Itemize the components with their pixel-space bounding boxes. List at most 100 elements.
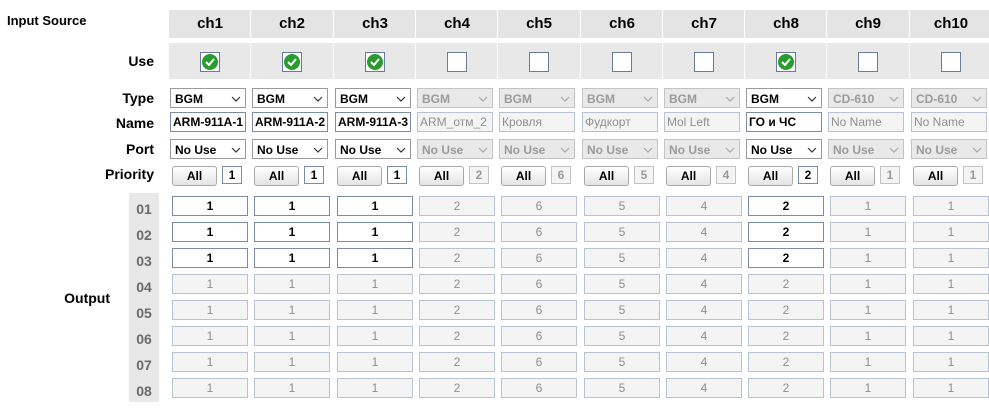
name-input[interactable]: Mol Left <box>664 112 740 132</box>
priority-input[interactable]: 2 <box>469 166 489 184</box>
output-level-input[interactable]: 4 <box>666 222 742 242</box>
output-level-input[interactable]: 1 <box>337 196 413 216</box>
use-checkbox[interactable] <box>365 52 385 72</box>
output-level-input[interactable]: 1 <box>254 378 330 398</box>
all-button[interactable]: All <box>830 166 875 186</box>
output-level-input[interactable]: 6 <box>501 352 577 372</box>
output-level-input[interactable]: 2 <box>419 248 495 268</box>
port-select[interactable]: No Use <box>417 139 493 159</box>
use-checkbox[interactable] <box>858 52 878 72</box>
port-select[interactable]: No Use <box>499 139 575 159</box>
output-level-input[interactable]: 1 <box>337 222 413 242</box>
all-button[interactable]: All <box>172 166 217 186</box>
output-level-input[interactable]: 1 <box>254 248 330 268</box>
output-level-input[interactable]: 2 <box>748 248 824 268</box>
all-button[interactable]: All <box>419 166 464 186</box>
port-select[interactable]: No Use <box>252 139 328 159</box>
name-input[interactable]: ARM_отм_2 <box>417 112 493 132</box>
output-level-input[interactable]: 1 <box>913 196 989 216</box>
output-level-input[interactable]: 2 <box>419 352 495 372</box>
output-level-input[interactable]: 1 <box>254 196 330 216</box>
output-level-input[interactable]: 1 <box>172 196 248 216</box>
output-level-input[interactable]: 1 <box>830 300 906 320</box>
output-level-input[interactable]: 1 <box>913 274 989 294</box>
output-level-input[interactable]: 1 <box>830 196 906 216</box>
output-level-input[interactable]: 1 <box>172 274 248 294</box>
output-level-input[interactable]: 2 <box>419 378 495 398</box>
priority-input[interactable]: 1 <box>387 166 407 184</box>
port-select[interactable]: No Use <box>828 139 904 159</box>
name-input[interactable]: Фудкорт <box>582 112 658 132</box>
name-input[interactable]: No Name <box>828 112 904 132</box>
all-button[interactable]: All <box>666 166 711 186</box>
type-select[interactable]: BGM <box>499 88 575 108</box>
output-level-input[interactable]: 6 <box>501 196 577 216</box>
all-button[interactable]: All <box>501 166 546 186</box>
output-level-input[interactable]: 2 <box>748 222 824 242</box>
port-select[interactable]: No Use <box>911 139 987 159</box>
output-level-input[interactable]: 6 <box>501 274 577 294</box>
output-level-input[interactable]: 1 <box>254 300 330 320</box>
port-select[interactable]: No Use <box>664 139 740 159</box>
priority-input[interactable]: 5 <box>634 166 654 184</box>
priority-input[interactable]: 1 <box>222 166 242 184</box>
output-level-input[interactable]: 1 <box>337 326 413 346</box>
output-level-input[interactable]: 1 <box>830 326 906 346</box>
name-input[interactable]: ARM-911A-1 <box>170 112 246 132</box>
port-select[interactable]: No Use <box>170 139 246 159</box>
output-level-input[interactable]: 1 <box>254 326 330 346</box>
output-level-input[interactable]: 1 <box>830 378 906 398</box>
use-checkbox[interactable] <box>694 52 714 72</box>
output-level-input[interactable]: 6 <box>501 326 577 346</box>
all-button[interactable]: All <box>254 166 299 186</box>
port-select[interactable]: No Use <box>582 139 658 159</box>
output-level-input[interactable]: 1 <box>830 222 906 242</box>
output-level-input[interactable]: 5 <box>584 248 660 268</box>
output-level-input[interactable]: 1 <box>172 248 248 268</box>
port-select[interactable]: No Use <box>335 139 411 159</box>
output-level-input[interactable]: 1 <box>337 378 413 398</box>
output-level-input[interactable]: 4 <box>666 274 742 294</box>
output-level-input[interactable]: 1 <box>913 326 989 346</box>
output-level-input[interactable]: 1 <box>254 222 330 242</box>
use-checkbox[interactable] <box>200 52 220 72</box>
output-level-input[interactable]: 5 <box>584 300 660 320</box>
output-level-input[interactable]: 5 <box>584 378 660 398</box>
output-level-input[interactable]: 2 <box>748 326 824 346</box>
output-level-input[interactable]: 4 <box>666 300 742 320</box>
priority-input[interactable]: 1 <box>963 166 983 184</box>
all-button[interactable]: All <box>584 166 629 186</box>
output-level-input[interactable]: 4 <box>666 248 742 268</box>
use-checkbox[interactable] <box>612 52 632 72</box>
output-level-input[interactable]: 1 <box>172 326 248 346</box>
output-level-input[interactable]: 4 <box>666 378 742 398</box>
priority-input[interactable]: 4 <box>716 166 736 184</box>
name-input[interactable]: ГО и ЧС <box>746 112 822 132</box>
output-level-input[interactable]: 2 <box>419 222 495 242</box>
output-level-input[interactable]: 1 <box>913 352 989 372</box>
type-select[interactable]: BGM <box>664 88 740 108</box>
output-level-input[interactable]: 1 <box>337 248 413 268</box>
output-level-input[interactable]: 1 <box>913 378 989 398</box>
output-level-input[interactable]: 1 <box>172 222 248 242</box>
output-level-input[interactable]: 5 <box>584 352 660 372</box>
output-level-input[interactable]: 2 <box>419 274 495 294</box>
all-button[interactable]: All <box>748 166 793 186</box>
type-select[interactable]: BGM <box>582 88 658 108</box>
type-select[interactable]: BGM <box>417 88 493 108</box>
output-level-input[interactable]: 5 <box>584 274 660 294</box>
output-level-input[interactable]: 1 <box>254 352 330 372</box>
all-button[interactable]: All <box>913 166 958 186</box>
output-level-input[interactable]: 1 <box>830 248 906 268</box>
output-level-input[interactable]: 1 <box>830 274 906 294</box>
type-select[interactable]: BGM <box>170 88 246 108</box>
name-input[interactable]: Кровля <box>499 112 575 132</box>
output-level-input[interactable]: 2 <box>419 300 495 320</box>
type-select[interactable]: BGM <box>746 88 822 108</box>
output-level-input[interactable]: 2 <box>748 300 824 320</box>
output-level-input[interactable]: 1 <box>254 274 330 294</box>
port-select[interactable]: No Use <box>746 139 822 159</box>
priority-input[interactable]: 6 <box>551 166 571 184</box>
all-button[interactable]: All <box>337 166 382 186</box>
output-level-input[interactable]: 5 <box>584 326 660 346</box>
